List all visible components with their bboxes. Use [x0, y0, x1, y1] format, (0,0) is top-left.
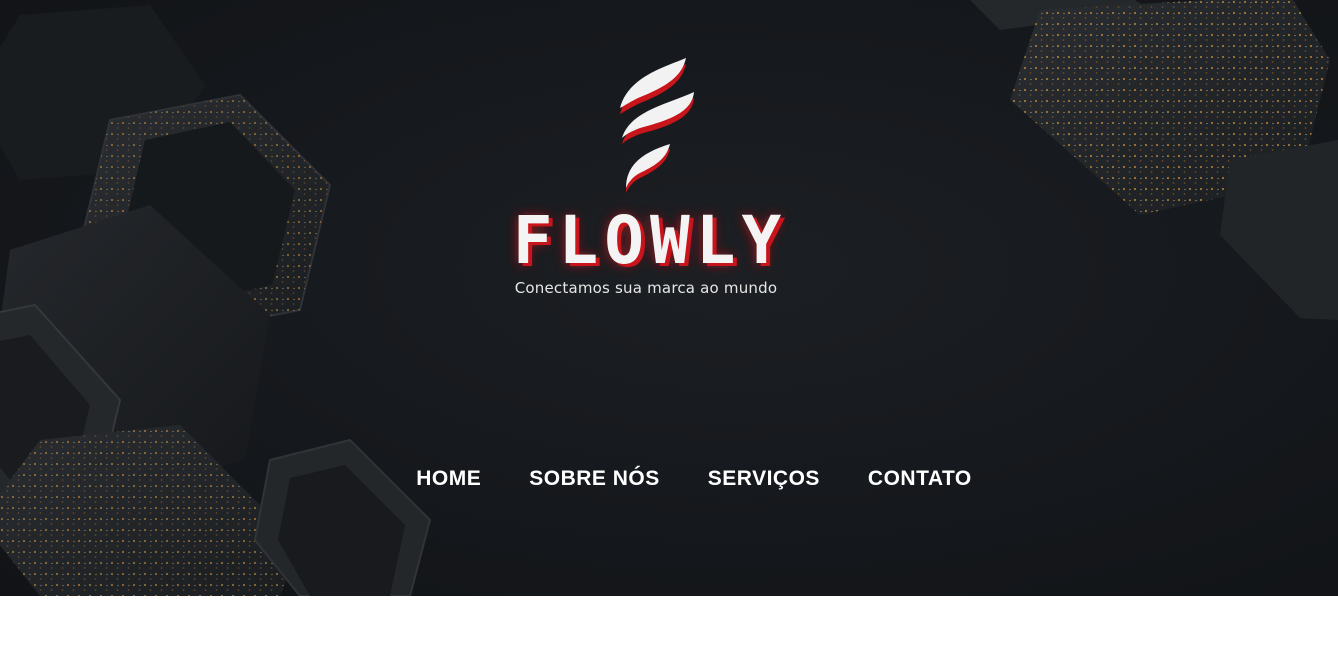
- nav-servicos[interactable]: SERVIÇOS: [708, 462, 820, 496]
- nav-contato[interactable]: CONTATO: [868, 462, 972, 496]
- main-nav: HOME SOBRE NÓS SERVIÇOS CONTATO: [0, 462, 1338, 496]
- svg-text:FLOWLY: FLOWLY: [513, 202, 787, 279]
- brand-logo[interactable]: FLOWLY FLOWLY FLOWLY Conectamos sua marc…: [440, 50, 860, 310]
- brand-wordmark: FLOWLY FLOWLY FLOWLY: [513, 202, 787, 280]
- brand-tagline: Conectamos sua marca ao mundo: [514, 279, 778, 297]
- nav-home[interactable]: HOME: [416, 462, 481, 496]
- page-content-area: [0, 596, 1338, 650]
- flame-f-icon: [620, 58, 694, 193]
- hero-banner: FLOWLY FLOWLY FLOWLY Conectamos sua marc…: [0, 0, 1338, 596]
- nav-sobre-nos[interactable]: SOBRE NÓS: [529, 462, 660, 496]
